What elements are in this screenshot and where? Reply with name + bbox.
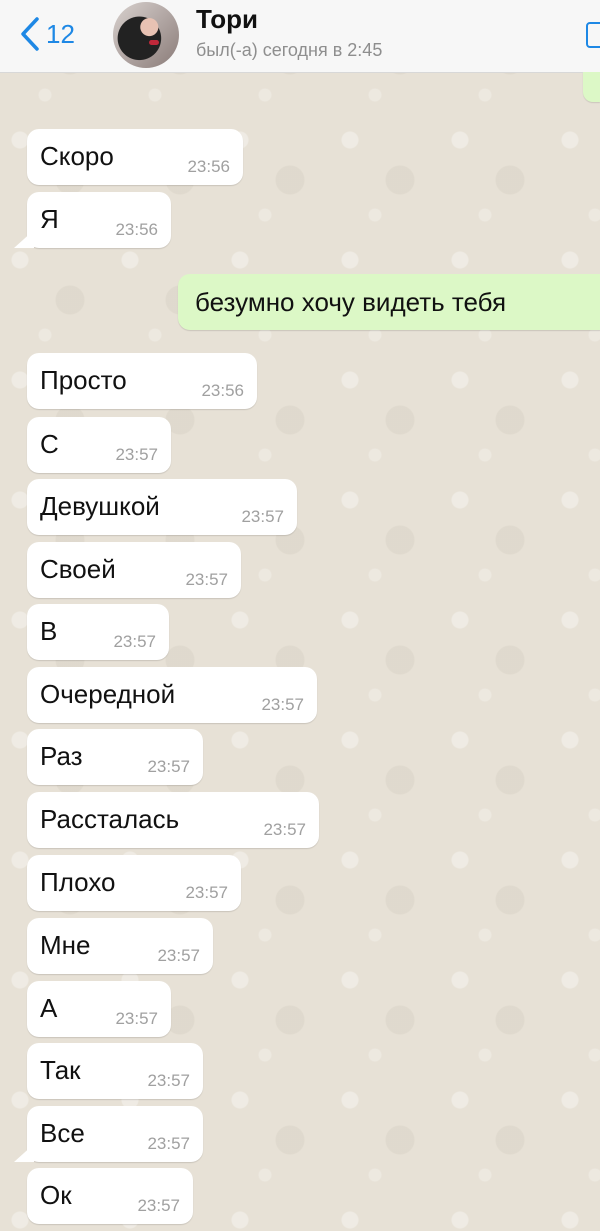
- chevron-left-icon: [21, 17, 39, 51]
- incoming-message[interactable]: В 23:57: [27, 604, 169, 660]
- message-text: А: [40, 993, 58, 1023]
- incoming-message[interactable]: А 23:57: [27, 981, 171, 1037]
- message-timestamp: 23:56: [187, 157, 230, 176]
- message-timestamp: 23:57: [185, 570, 228, 589]
- message-text: С: [40, 429, 59, 459]
- message-timestamp: 23:57: [147, 1071, 190, 1090]
- message-text: В: [40, 616, 58, 646]
- incoming-message[interactable]: Рассталась 23:57: [27, 792, 319, 848]
- message-timestamp: 23:57: [261, 695, 304, 714]
- message-text: Все: [40, 1118, 85, 1148]
- video-call-icon[interactable]: [586, 22, 600, 48]
- incoming-message[interactable]: Очередной 23:57: [27, 667, 317, 723]
- message-text: Плохо: [40, 867, 116, 897]
- incoming-message[interactable]: С 23:57: [27, 417, 171, 473]
- message-text: Скоро: [40, 141, 114, 171]
- incoming-message[interactable]: Ок 23:57: [27, 1168, 193, 1224]
- incoming-message[interactable]: Я 23:56: [27, 192, 171, 248]
- message-timestamp: 23:56: [115, 220, 158, 239]
- message-timestamp: 23:57: [185, 883, 228, 902]
- message-timestamp: 23:57: [147, 1134, 190, 1153]
- message-text: Просто: [40, 365, 127, 395]
- message-text: Мне: [40, 930, 91, 960]
- message-text: Раз: [40, 741, 83, 771]
- message-text: Девушкой: [40, 491, 160, 521]
- message-timestamp: 23:57: [113, 632, 156, 651]
- message-text: Так: [40, 1055, 81, 1085]
- avatar[interactable]: [113, 2, 179, 68]
- previous-message-bubble: [583, 72, 600, 102]
- incoming-message[interactable]: Девушкой 23:57: [27, 479, 297, 535]
- chat-header: 12 Тори был(-а) сегодня в 2:45: [0, 0, 600, 73]
- message-text: Ок: [40, 1180, 72, 1210]
- message-timestamp: 23:57: [115, 445, 158, 464]
- message-timestamp: 23:56: [201, 381, 244, 400]
- incoming-message[interactable]: Своей 23:57: [27, 542, 241, 598]
- message-timestamp: 23:57: [157, 946, 200, 965]
- message-timestamp: 23:57: [241, 507, 284, 526]
- message-text: Рассталась: [40, 804, 180, 834]
- incoming-message[interactable]: Скоро 23:56: [27, 129, 243, 185]
- message-text: Я: [40, 204, 59, 234]
- contact-status: был(-а) сегодня в 2:45: [196, 40, 383, 60]
- incoming-message[interactable]: Раз 23:57: [27, 729, 203, 785]
- message-text: Очередной: [40, 679, 176, 709]
- back-button[interactable]: 12: [18, 16, 75, 52]
- incoming-message[interactable]: Так 23:57: [27, 1043, 203, 1099]
- incoming-message[interactable]: Просто 23:56: [27, 353, 257, 409]
- outgoing-message[interactable]: безумно хочу видеть тебя: [178, 274, 600, 330]
- message-timestamp: 23:57: [137, 1196, 180, 1215]
- message-timestamp: 23:57: [263, 820, 306, 839]
- contact-name[interactable]: Тори: [196, 4, 258, 35]
- message-timestamp: 23:57: [115, 1009, 158, 1028]
- incoming-message[interactable]: Плохо 23:57: [27, 855, 241, 911]
- message-timestamp: 23:57: [147, 757, 190, 776]
- unread-count: 12: [46, 18, 75, 49]
- incoming-message[interactable]: Все 23:57: [27, 1106, 203, 1162]
- message-text: безумно хочу видеть тебя: [195, 287, 507, 317]
- message-text: Своей: [40, 554, 116, 584]
- incoming-message[interactable]: Мне 23:57: [27, 918, 213, 974]
